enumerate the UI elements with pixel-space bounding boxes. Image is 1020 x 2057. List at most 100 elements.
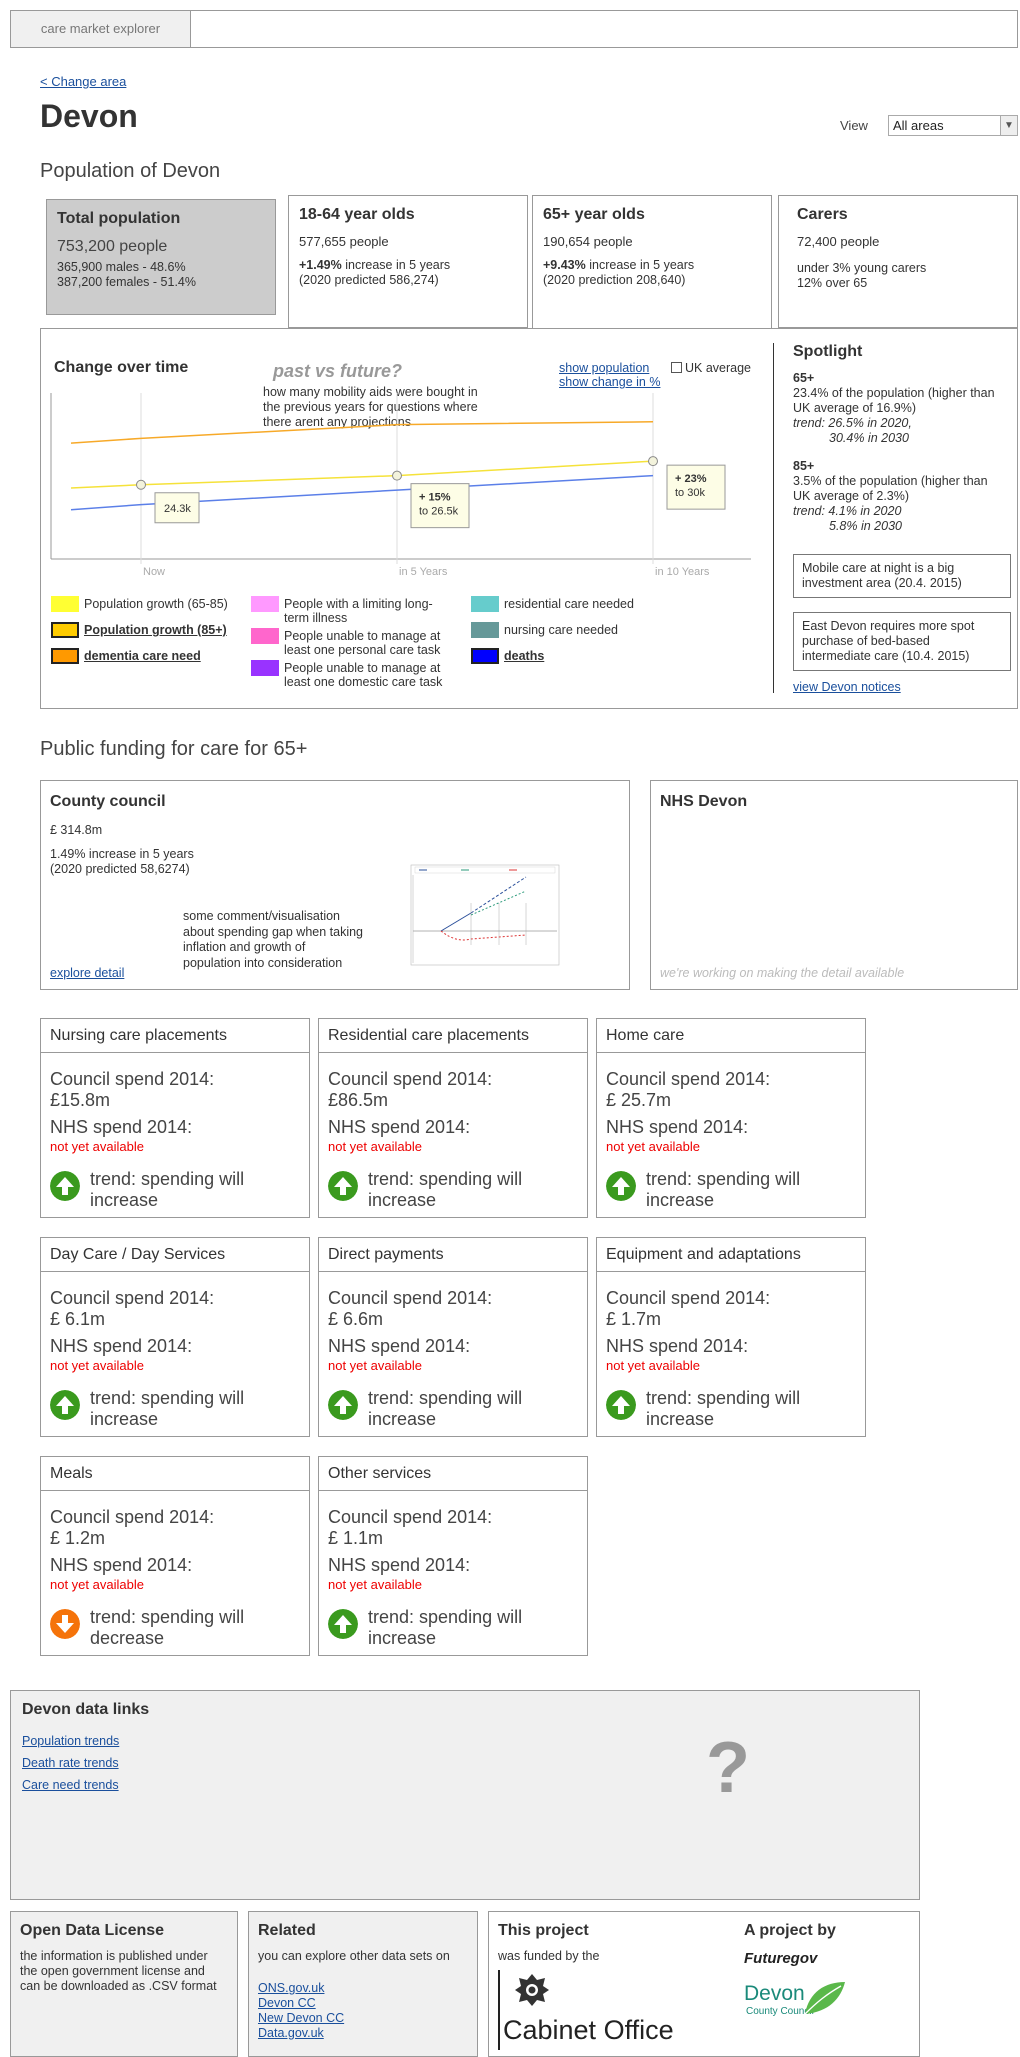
trend-text: trend: spending will decrease — [90, 1607, 245, 1648]
spend-card[interactable]: Direct payments Council spend 2014: £ 6.6m… — [318, 1237, 588, 1437]
council-spend-value: £ 6.6m — [328, 1309, 384, 1329]
question-mark-icon: ? — [706, 1728, 750, 1808]
spotlight-notice[interactable]: Mobile care at night is a big investment… — [793, 554, 1011, 598]
uk-average-label: UK average — [685, 361, 752, 375]
checkbox-icon[interactable] — [671, 362, 682, 373]
chevron-down-icon[interactable]: ▼ — [1000, 116, 1017, 135]
related-link-devon-cc[interactable]: Devon CC — [258, 1996, 316, 2010]
nhs-spend-value: not yet available — [50, 1577, 144, 1592]
spend-card[interactable]: Nursing care placements Council spend 201… — [40, 1018, 310, 1218]
top-bar: care market explorer — [10, 10, 1018, 48]
explore-detail-link[interactable]: explore detail — [50, 966, 124, 980]
show-change-link[interactable]: show change in % — [559, 375, 660, 389]
age-65-plus-card[interactable]: 65+ year olds 190,654 people +9.43% incr… — [532, 195, 772, 330]
box-title: Open Data License — [20, 1922, 165, 1939]
card-title: Carers — [797, 206, 848, 223]
arrow-down-icon — [50, 1609, 80, 1639]
spend-card[interactable]: Home care Council spend 2014: £ 25.7m NHS s… — [596, 1018, 866, 1218]
age-18-64-card[interactable]: 18-64 year olds 577,655 people +1.49% in… — [288, 195, 528, 328]
spotlight-65-plus: 65+ 23.4% of the population (higher than… — [793, 371, 1008, 446]
spotlight-title: Spotlight — [793, 343, 863, 360]
data-link-population-trends[interactable]: Population trends — [22, 1734, 119, 1748]
legend-label: Population growth (65-85) — [84, 597, 228, 611]
view-select-value: All areas — [893, 118, 944, 133]
spotlight-85-plus: 85+ 3.5% of the population (higher than … — [793, 459, 1008, 534]
spotlight-trend: trend: 26.5% in 2020, — [793, 416, 912, 430]
council-spend-value: £ 1.7m — [606, 1309, 662, 1329]
related-text: you can explore other data sets on — [258, 1949, 450, 1963]
trend-text: trend: spending will increase — [646, 1169, 801, 1210]
spotlight-notice[interactable]: East Devon requires more spot purchase o… — [793, 612, 1011, 671]
arrow-up-icon — [50, 1171, 80, 1201]
uk-average-toggle[interactable]: UK average — [671, 361, 751, 375]
change-area-link[interactable]: < Change area — [40, 74, 126, 89]
trend-text: trend: spending will increase — [90, 1388, 245, 1429]
card-people: 577,655 people — [299, 234, 389, 249]
council-spend-value: £86.5m — [328, 1090, 389, 1110]
x-tick-label: Now — [143, 566, 165, 578]
app-logo-tab[interactable]: care market explorer — [11, 11, 191, 47]
data-link-death-rate-trends[interactable]: Death rate trends — [22, 1756, 119, 1770]
spotlight-trend: 30.4% in 2030 — [829, 431, 909, 445]
card-title: 65+ year olds — [543, 206, 645, 223]
council-spend-label: Council spend 2014: — [50, 1288, 215, 1308]
card-carers-over-65: 12% over 65 — [797, 276, 868, 290]
spotlight-trend: 5.8% in 2030 — [829, 519, 902, 533]
view-select[interactable]: All areas ▼ — [888, 115, 1018, 136]
related-link-data-gov[interactable]: Data.gov.uk — [258, 2026, 324, 2040]
card-predicted: (2020 predicted 586,274) — [299, 273, 439, 287]
nhs-spend-value: not yet available — [328, 1358, 422, 1373]
legend-label: residential care needed — [504, 597, 634, 611]
related-link-new-devon-cc[interactable]: New Devon CC — [258, 2011, 344, 2025]
data-point — [392, 470, 402, 481]
spend-card-title: Residential care placements — [319, 1019, 587, 1053]
council-spend-value: £ 1.2m — [50, 1528, 106, 1548]
trend-text: trend: spending will increase — [90, 1169, 245, 1210]
legend-swatch — [51, 648, 79, 664]
show-population-link[interactable]: show population — [559, 361, 649, 375]
spend-card-title: Equipment and adaptations — [597, 1238, 865, 1272]
project-by-title: A project by — [744, 1922, 836, 1939]
page-title: Devon — [40, 98, 138, 134]
legend-swatch — [51, 622, 79, 638]
nhs-spend-label: NHS spend 2014: — [50, 1117, 193, 1137]
data-link-care-need-trends[interactable]: Care need trends — [22, 1778, 119, 1792]
related-link-ons[interactable]: ONS.gov.uk — [258, 1981, 324, 1995]
box-title: Related — [258, 1922, 316, 1939]
annotation-label: to 26.5k — [419, 506, 459, 518]
open-data-license-box: Open Data License the information is pub… — [10, 1911, 238, 2057]
legend-label: People unable to manage at least one dom… — [284, 661, 443, 689]
spotlight-heading: 85+ — [793, 459, 815, 473]
legend-swatch — [471, 622, 499, 638]
nhs-spend-value: not yet available — [328, 1139, 422, 1154]
nhs-spend-value: not yet available — [50, 1358, 144, 1373]
spend-card[interactable]: Day Care / Day Services Council spend 201… — [40, 1237, 310, 1437]
nhs-spend-label: NHS spend 2014: — [328, 1117, 471, 1137]
card-predicted: (2020 prediction 208,640) — [543, 273, 686, 287]
spotlight-trend: trend: 4.1% in 2020 — [793, 504, 902, 518]
annotation-label: to 30k — [675, 487, 705, 499]
nhs-spend-label: NHS spend 2014: — [328, 1336, 471, 1356]
card-females: 387,200 females - 51.4% — [57, 275, 196, 289]
spend-card-title: Other services — [319, 1457, 587, 1491]
spend-card[interactable]: Residential care placements Council spend… — [318, 1018, 588, 1218]
county-comment: some comment/visualisation about spendin… — [183, 909, 364, 970]
council-spend-value: £ 1.1m — [328, 1528, 384, 1548]
legend-label: People with a limiting long-term illness — [284, 597, 433, 625]
council-spend-value: £ 25.7m — [606, 1090, 672, 1110]
arrow-up-icon — [50, 1390, 80, 1420]
spend-card-title: Direct payments — [319, 1238, 587, 1272]
nhs-spend-value: not yet available — [50, 1139, 144, 1154]
spotlight-text: 23.4% of the population (higher than UK … — [793, 386, 995, 415]
legend-swatch — [51, 596, 79, 612]
total-population-card[interactable]: Total population 753,200 people 365,900 … — [46, 199, 276, 315]
county-increase-text: 1.49% increase in 5 years — [50, 847, 194, 861]
spend-card[interactable]: Other services Council spend 2014: £ 1.1m N… — [318, 1456, 588, 1656]
nhs-spend-value: not yet available — [606, 1139, 700, 1154]
x-tick-label: in 10 Years — [655, 566, 710, 578]
spend-card[interactable]: Equipment and adaptations Council spend 2… — [596, 1237, 866, 1437]
spend-card[interactable]: Meals Council spend 2014: £ 1.2m NHS spend … — [40, 1456, 310, 1656]
annotation-label: + 23% — [675, 473, 707, 485]
carers-card[interactable]: Carers 72,400 people under 3% young care… — [778, 195, 1018, 328]
view-notices-link[interactable]: view Devon notices — [793, 680, 901, 694]
